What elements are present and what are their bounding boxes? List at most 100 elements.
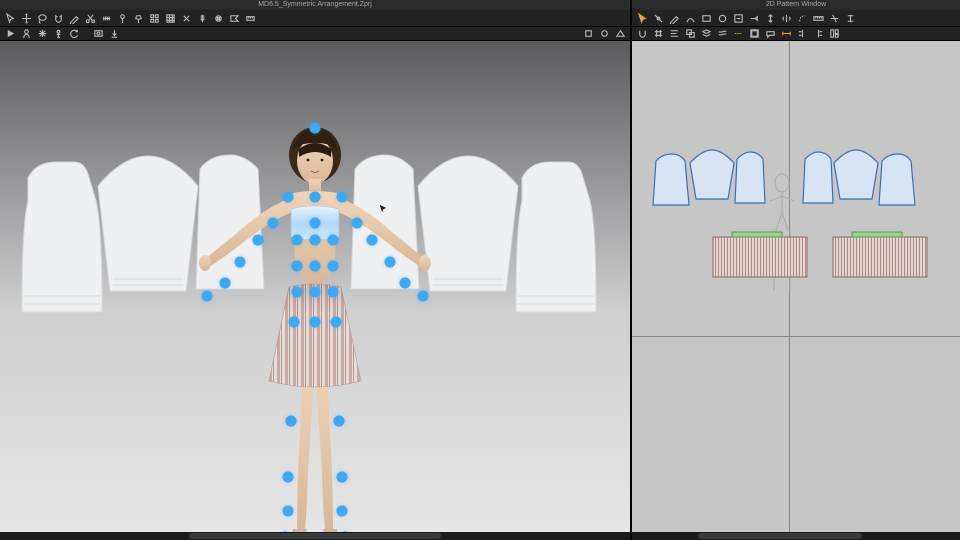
viewport-3d[interactable]	[0, 41, 630, 532]
simulate-icon[interactable]	[3, 27, 17, 41]
pen-tool-icon[interactable]	[67, 11, 81, 25]
select-tool-icon[interactable]	[3, 11, 17, 25]
arrangement-point[interactable]	[337, 471, 348, 482]
pen-2d-icon[interactable]	[667, 11, 681, 25]
arrangement-point[interactable]	[310, 192, 321, 203]
arrangement-point[interactable]	[292, 286, 303, 297]
seam-icon[interactable]	[731, 27, 745, 41]
dim-icon[interactable]	[779, 27, 793, 41]
arrangement-point[interactable]	[310, 235, 321, 246]
arrangement-point[interactable]	[334, 415, 345, 426]
trim-tool-icon[interactable]	[179, 11, 193, 25]
sew-tool-icon[interactable]	[99, 11, 113, 25]
freeze-icon[interactable]	[35, 27, 49, 41]
arrangement-point[interactable]	[268, 217, 279, 228]
annotation-icon[interactable]	[763, 27, 777, 41]
fold-tool-icon[interactable]	[227, 11, 241, 25]
pat2d-bodice-front-right[interactable]	[876, 151, 918, 213]
select-2d-icon[interactable]	[635, 11, 649, 25]
reset-icon[interactable]	[67, 27, 81, 41]
arrangement-point[interactable]	[292, 260, 303, 271]
notch-icon[interactable]	[747, 11, 761, 25]
pat2d-pleat-left[interactable]	[712, 231, 808, 279]
arrangement-point[interactable]	[283, 505, 294, 516]
arrangement-point[interactable]	[385, 256, 396, 267]
arrangement-point[interactable]	[220, 278, 231, 289]
arrangement-point[interactable]	[310, 316, 321, 327]
cut-tool-icon[interactable]	[83, 11, 97, 25]
arrangement-point[interactable]	[328, 260, 339, 271]
view-c-icon[interactable]	[613, 27, 627, 41]
arrangement-point[interactable]	[253, 235, 264, 246]
grid-icon[interactable]	[651, 27, 665, 41]
arrange-tool-icon[interactable]	[147, 11, 161, 25]
arrangement-point[interactable]	[286, 415, 297, 426]
measure-tool-icon[interactable]	[243, 11, 257, 25]
arrangement-point[interactable]	[310, 123, 321, 134]
arrangement-point[interactable]	[331, 316, 342, 327]
pattern-bodice-right[interactable]	[510, 156, 600, 326]
arrangement-point[interactable]	[202, 290, 213, 301]
unfold-icon[interactable]	[843, 11, 857, 25]
group-icon[interactable]	[683, 27, 697, 41]
viewport-2d[interactable]	[632, 41, 960, 532]
lasso-tool-icon[interactable]	[35, 11, 49, 25]
grain-icon[interactable]	[763, 11, 777, 25]
arrangement-point[interactable]	[310, 286, 321, 297]
pat2d-sleeve-left[interactable]	[686, 147, 738, 205]
slash-icon[interactable]	[827, 11, 841, 25]
grading-icon[interactable]	[747, 27, 761, 41]
pat2d-sleeve-right[interactable]	[830, 147, 882, 205]
layout-icon[interactable]	[827, 27, 841, 41]
align-icon[interactable]	[667, 27, 681, 41]
title-2d: 2D Pattern Window	[632, 0, 960, 10]
button-tool-icon[interactable]	[211, 11, 225, 25]
arrangement-point[interactable]	[328, 286, 339, 297]
arrangement-point[interactable]	[367, 235, 378, 246]
fit-icon[interactable]	[19, 27, 33, 41]
arrangement-point[interactable]	[235, 256, 246, 267]
arrangement-point[interactable]	[283, 192, 294, 203]
trace-icon[interactable]	[795, 11, 809, 25]
arrangement-point[interactable]	[337, 505, 348, 516]
move-tool-icon[interactable]	[19, 11, 33, 25]
ruler-icon[interactable]	[811, 11, 825, 25]
render-icon[interactable]	[91, 27, 105, 41]
scrollbar-2d[interactable]	[632, 532, 960, 540]
pin-tool-icon[interactable]	[115, 11, 129, 25]
export-icon[interactable]	[107, 27, 121, 41]
symmetry-icon[interactable]	[779, 11, 793, 25]
arrangement-point[interactable]	[283, 471, 294, 482]
toolbar-2d-secondary	[632, 27, 960, 41]
zipper-tool-icon[interactable]	[195, 11, 209, 25]
snap-icon[interactable]	[635, 27, 649, 41]
curve-icon[interactable]	[683, 11, 697, 25]
arrangement-point[interactable]	[352, 217, 363, 228]
copy-mirror-icon[interactable]	[795, 27, 809, 41]
arrangement-point[interactable]	[289, 316, 300, 327]
arrangement-point[interactable]	[337, 192, 348, 203]
circle-icon[interactable]	[715, 11, 729, 25]
arrangement-point[interactable]	[328, 235, 339, 246]
rect-icon[interactable]	[699, 11, 713, 25]
arrangement-point[interactable]	[310, 260, 321, 271]
magnet-tool-icon[interactable]	[51, 11, 65, 25]
internal-icon[interactable]	[731, 11, 745, 25]
arrangement-point[interactable]	[310, 217, 321, 228]
fabric-icon[interactable]	[715, 27, 729, 41]
arrangement-point[interactable]	[418, 290, 429, 301]
pat2d-back-left[interactable]	[732, 149, 768, 209]
layer-icon[interactable]	[699, 27, 713, 41]
avatar[interactable]	[165, 111, 465, 540]
arrangement-point[interactable]	[400, 278, 411, 289]
texture-tool-icon[interactable]	[163, 11, 177, 25]
avatar-icon[interactable]	[51, 27, 65, 41]
tack-tool-icon[interactable]	[131, 11, 145, 25]
arrangement-point[interactable]	[292, 235, 303, 246]
pat2d-pleat-right[interactable]	[832, 231, 928, 279]
edit-point-icon[interactable]	[651, 11, 665, 25]
view-a-icon[interactable]	[581, 27, 595, 41]
view-b-icon[interactable]	[597, 27, 611, 41]
paste-mirror-icon[interactable]	[811, 27, 825, 41]
scrollbar-3d[interactable]	[0, 532, 630, 540]
